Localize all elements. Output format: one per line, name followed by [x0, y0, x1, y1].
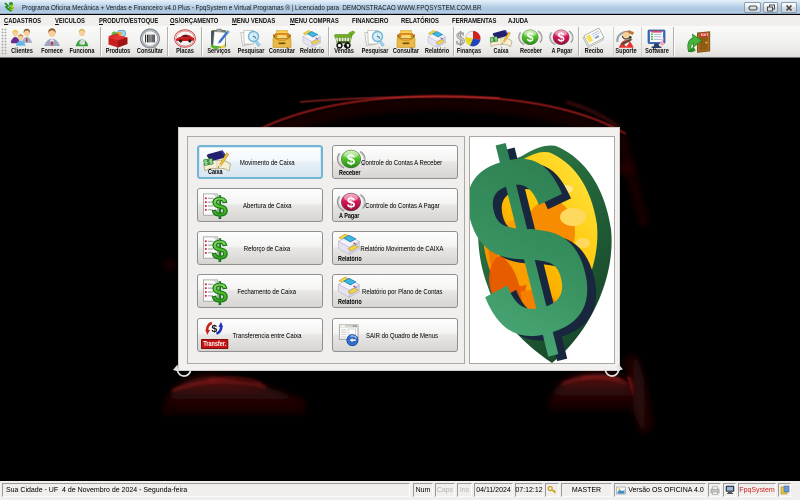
svg-text:$: $: [10, 5, 14, 12]
